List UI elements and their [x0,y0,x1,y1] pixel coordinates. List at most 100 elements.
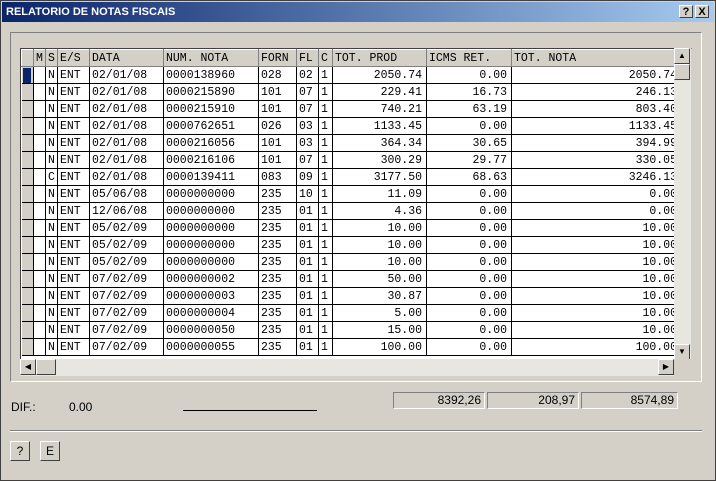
table-cell[interactable]: 1 [318,338,333,356]
table-cell[interactable]: 394.99 [511,134,682,152]
table-cell[interactable]: 05/06/08 [89,185,164,203]
table-cell[interactable]: 0000000002 [163,270,259,288]
table-cell[interactable]: 1 [318,134,333,152]
table-cell[interactable] [33,219,46,237]
table-cell[interactable]: 235 [258,270,297,288]
row-indicator[interactable] [21,185,34,203]
table-cell[interactable]: 02/01/08 [89,168,164,186]
table-row[interactable]: N ENT 02/01/08 0000216056 101 03 1 364.34 30.65 3… [21,134,682,152]
table-cell[interactable]: 0.00 [426,321,512,339]
column-header[interactable]: FORN [258,49,297,67]
table-cell[interactable]: 1 [318,321,333,339]
table-cell[interactable]: 0000000000 [163,253,259,271]
scroll-left-icon[interactable]: ◀ [20,359,36,375]
table-cell[interactable]: 0.00 [426,219,512,237]
table-cell[interactable] [33,236,46,254]
column-header[interactable]: NUM. NOTA [163,49,259,67]
table-cell[interactable]: N [45,287,58,305]
table-cell[interactable] [33,151,46,169]
table-cell[interactable]: 0.00 [426,287,512,305]
table-cell[interactable]: 101 [258,134,297,152]
table-row[interactable]: N ENT 02/01/08 0000216106 101 07 1 300.29 29.77 3… [21,151,682,169]
help-button[interactable]: ? [10,441,30,461]
table-cell[interactable] [33,168,46,186]
table-cell[interactable]: 0000139411 [163,168,259,186]
column-header[interactable]: ICMS RET. [426,49,512,67]
table-cell[interactable]: N [45,83,58,101]
row-indicator[interactable] [21,100,34,118]
row-indicator[interactable] [21,66,34,84]
table-cell[interactable]: 02/01/08 [89,100,164,118]
table-cell[interactable]: 1 [318,304,333,322]
table-cell[interactable]: 101 [258,83,297,101]
table-cell[interactable]: 07 [296,83,319,101]
table-cell[interactable]: ENT [57,66,90,84]
column-header[interactable]: TOT. NOTA [511,49,682,67]
table-row[interactable]: N ENT 02/01/08 0000762651 026 03 1 1133.45 0.00 1… [21,117,682,135]
table-cell[interactable]: 0000000000 [163,236,259,254]
table-cell[interactable]: 10.00 [511,321,682,339]
table-cell[interactable]: 01 [296,270,319,288]
table-cell[interactable]: ENT [57,83,90,101]
table-cell[interactable]: 0000138960 [163,66,259,84]
table-cell[interactable]: 02/01/08 [89,134,164,152]
table-cell[interactable]: 4.36 [332,202,427,220]
vertical-scrollbar[interactable]: ▲ ▼ [674,48,691,360]
table-cell[interactable]: 29.77 [426,151,512,169]
row-indicator[interactable] [21,219,34,237]
row-indicator[interactable] [21,151,34,169]
table-cell[interactable]: 1 [318,168,333,186]
table-cell[interactable]: 01 [296,253,319,271]
invoice-grid[interactable]: M S E/S DATA NUM. NOTA FORN FL C TOT. PROD ICMS R… [20,48,692,376]
table-cell[interactable]: 63.19 [426,100,512,118]
table-cell[interactable]: 3177.50 [332,168,427,186]
table-cell[interactable] [33,304,46,322]
table-row[interactable]: N ENT 05/02/09 0000000000 235 01 1 10.00 0.00 10.… [21,253,682,271]
table-cell[interactable]: 03 [296,117,319,135]
column-header[interactable]: E/S [57,49,90,67]
horizontal-scrollbar[interactable]: ◀ ▶ [20,359,674,376]
table-cell[interactable]: N [45,117,58,135]
table-cell[interactable]: 03 [296,134,319,152]
row-indicator[interactable] [21,168,34,186]
table-cell[interactable] [33,287,46,305]
table-cell[interactable]: 101 [258,100,297,118]
table-cell[interactable]: ENT [57,338,90,356]
row-indicator[interactable] [21,117,34,135]
table-row[interactable]: N ENT 02/01/08 0000138960 028 02 1 2050.74 0.00 2… [21,66,682,84]
table-cell[interactable]: 10.00 [511,270,682,288]
table-cell[interactable]: 1 [318,100,333,118]
table-row[interactable]: N ENT 07/02/09 0000000002 235 01 1 50.00 0.00 10.… [21,270,682,288]
table-cell[interactable]: 0.00 [426,202,512,220]
table-cell[interactable]: N [45,151,58,169]
table-cell[interactable] [33,66,46,84]
table-cell[interactable]: N [45,219,58,237]
table-cell[interactable]: 50.00 [332,270,427,288]
table-cell[interactable]: 3246.13 [511,168,682,186]
table-row[interactable]: N ENT 05/06/08 0000000000 235 10 1 11.09 0.00 0.0… [21,185,682,203]
table-cell[interactable]: ENT [57,100,90,118]
table-cell[interactable] [33,270,46,288]
table-cell[interactable]: 02/01/08 [89,66,164,84]
table-cell[interactable]: 1133.45 [511,117,682,135]
e-button[interactable]: E [40,441,60,461]
table-cell[interactable]: 05/02/09 [89,236,164,254]
table-cell[interactable]: 16.73 [426,83,512,101]
table-cell[interactable]: 330.05 [511,151,682,169]
table-row[interactable]: N ENT 05/02/09 0000000000 235 01 1 10.00 0.00 10.… [21,236,682,254]
table-cell[interactable]: 0.00 [426,338,512,356]
table-cell[interactable]: 10.00 [511,236,682,254]
table-cell[interactable]: 01 [296,321,319,339]
table-cell[interactable] [33,185,46,203]
table-cell[interactable]: 0.00 [426,236,512,254]
table-cell[interactable]: 07 [296,100,319,118]
table-cell[interactable]: 0.00 [426,270,512,288]
table-cell[interactable]: 1 [318,253,333,271]
table-cell[interactable]: 5.00 [332,304,427,322]
table-cell[interactable]: 0000215910 [163,100,259,118]
title-bar[interactable]: RELATORIO DE NOTAS FISCAIS ? X [2,2,714,22]
vertical-scroll-thumb[interactable] [674,64,690,80]
table-cell[interactable]: ENT [57,236,90,254]
table-cell[interactable]: 07/02/09 [89,287,164,305]
table-row[interactable]: N ENT 07/02/09 0000000055 235 01 1 100.00 0.00 10… [21,338,682,356]
